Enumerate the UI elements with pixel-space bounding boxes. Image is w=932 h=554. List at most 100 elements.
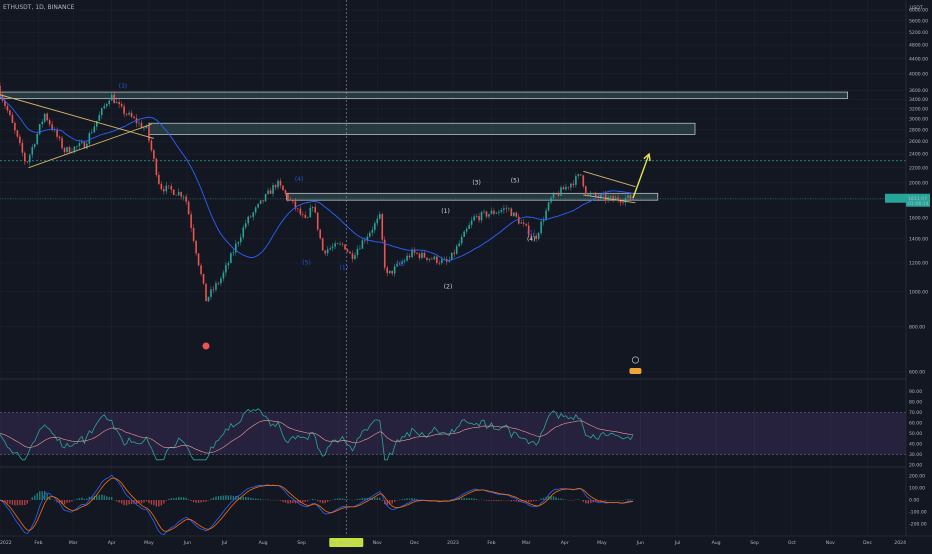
macd-bar: [54, 500, 55, 501]
candle-body: [185, 197, 187, 202]
candle-body: [525, 224, 527, 226]
candle-body: [327, 249, 329, 253]
time-tick-label: May: [144, 540, 154, 546]
macd-bar: [39, 491, 40, 500]
macd-bar: [12, 500, 13, 505]
price-tick-label: 5200.00: [909, 30, 928, 36]
time-tick-label: Dec: [863, 540, 872, 546]
macd-bar: [84, 499, 85, 500]
candle-body: [347, 250, 349, 252]
price-tick-label: 3400.00: [909, 97, 928, 103]
candle-body: [257, 204, 259, 208]
rsi-pane[interactable]: [0, 409, 906, 460]
candle-body: [488, 214, 490, 217]
symbol-title: ETHUSDT, 1D, BINANCE: [3, 4, 75, 11]
macd-bar: [252, 498, 253, 500]
candle-body: [605, 194, 607, 200]
candle-body: [540, 221, 542, 232]
time-axis[interactable]: 2022FebMarAprMayJunJulAugSepOctNovDec202…: [0, 536, 932, 550]
candle-body: [592, 193, 594, 194]
macd-bar: [530, 500, 531, 502]
candle-body: [161, 184, 163, 189]
candle-body: [389, 271, 391, 273]
candle-body: [518, 217, 520, 224]
resistance-zone-1: [0, 92, 848, 98]
macd-bar: [516, 500, 517, 501]
candle-body: [69, 147, 71, 153]
candle-body: [151, 141, 153, 151]
price-tick-label: 1000.00: [909, 289, 928, 295]
macd-bar: [188, 499, 189, 500]
candle-body: [508, 208, 510, 209]
candle-body: [76, 146, 78, 147]
macd-bar: [491, 500, 492, 501]
macd-bar: [118, 500, 119, 503]
candle-body: [17, 130, 19, 136]
macd-bar: [488, 500, 489, 501]
candle-body: [282, 186, 284, 191]
macd-bar: [203, 500, 204, 502]
current-price-label-left: [885, 194, 906, 203]
current-price-countdown: 01:06:14: [908, 201, 929, 207]
low-marker-icon: [203, 343, 210, 350]
macd-bar: [223, 496, 224, 500]
candle-body: [466, 229, 468, 232]
price-tick-label: 4000.00: [909, 71, 928, 77]
candle-body: [357, 249, 359, 255]
macd-bar: [282, 500, 283, 502]
macd-bar: [185, 498, 186, 500]
candle-body: [290, 200, 292, 201]
macd-bar: [471, 498, 472, 500]
candle-body: [349, 252, 351, 254]
wave-label-minor: (1): [340, 265, 349, 272]
macd-bar: [588, 500, 589, 504]
macd-bar: [14, 500, 15, 505]
candle-body: [523, 223, 525, 224]
price-tick-label: 1400.00: [909, 236, 928, 242]
macd-tick-label: -200.00: [909, 522, 927, 528]
macd-bar: [166, 500, 167, 501]
candle-body: [439, 263, 441, 264]
macd-bar: [51, 499, 52, 500]
macd-bar: [32, 497, 33, 500]
candle-body: [250, 217, 252, 218]
macd-bar: [76, 499, 77, 500]
macd-bar: [230, 495, 231, 500]
candle-body: [535, 236, 537, 239]
candle-body: [215, 283, 217, 289]
candle-body: [506, 208, 508, 209]
chart-root[interactable]: (1)(2)(3)(4)(5)(3)(4)(5)(1)(2)(1) USDT60…: [0, 0, 932, 550]
macd-bar: [382, 500, 383, 501]
time-tick-label: Apr: [108, 540, 116, 546]
candle-body: [126, 114, 128, 115]
candle-body: [498, 212, 500, 213]
candle-body: [503, 208, 505, 210]
price-tick-label: 2600.00: [909, 139, 928, 145]
macd-bar: [305, 500, 306, 502]
candle-body: [409, 256, 411, 257]
candle-body: [237, 242, 239, 243]
chart-svg[interactable]: (1)(2)(3)(4)(5)(3)(4)(5)(1)(2)(1) USDT60…: [0, 0, 932, 550]
candle-body: [247, 217, 249, 224]
candle-body: [481, 212, 483, 220]
candle-body: [267, 190, 269, 194]
price-tick-label: 6000.00: [909, 8, 928, 14]
candle-body: [583, 175, 585, 186]
price-tick-label: 5600.00: [909, 18, 928, 24]
candle-body: [66, 147, 68, 152]
candle-body: [568, 187, 570, 188]
macd-bar: [121, 500, 122, 503]
macd-bar: [563, 499, 564, 500]
macd-bar: [116, 500, 117, 501]
candle-body: [175, 195, 177, 196]
price-tick-label: 800.00: [909, 324, 925, 330]
candle-body: [19, 137, 21, 143]
macd-bar: [627, 499, 628, 500]
wave-label-minor: (5): [302, 259, 311, 266]
time-tick-label: Jul: [221, 540, 228, 546]
candle-body: [513, 213, 515, 216]
candle-body: [483, 212, 485, 213]
macd-bar: [329, 500, 330, 501]
candle-body: [590, 194, 592, 195]
macd-bar: [245, 497, 246, 500]
